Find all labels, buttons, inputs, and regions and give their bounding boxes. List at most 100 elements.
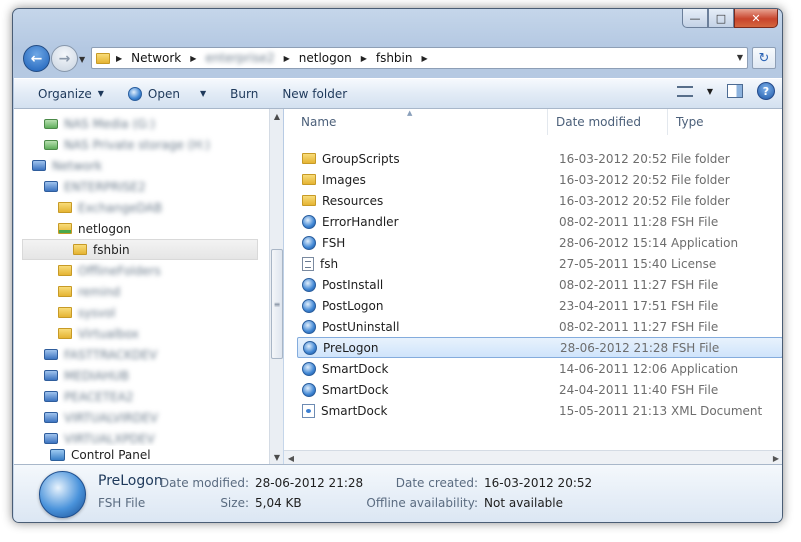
sidebar-item-label: FASTTRACKDEV xyxy=(64,347,158,362)
folder-icon xyxy=(302,174,316,185)
file-row[interactable]: SmartDock 15-05-2011 21:13 XML Document xyxy=(297,400,782,421)
sidebar-item[interactable]: fshbin xyxy=(22,239,258,260)
file-type: File folder xyxy=(671,172,730,187)
maximize-button[interactable]: □ xyxy=(708,9,734,28)
address-bar[interactable]: ▶ Network ▶ enterprise2 ▶ netlogon ▶ fsh… xyxy=(91,47,748,69)
nav-bottom: Control Panel xyxy=(14,446,270,464)
sidebar-item[interactable]: MEDIAHUB xyxy=(44,365,129,386)
file-row[interactable]: PreLogon 28-06-2012 21:28 FSH File xyxy=(297,337,782,358)
file-row[interactable]: FSH 28-06-2012 15:14 Application xyxy=(297,232,782,253)
open-button[interactable]: Open ▼ xyxy=(116,82,218,106)
file-date: 27-05-2011 15:40 xyxy=(559,256,668,271)
refresh-button[interactable]: ↻ xyxy=(752,47,776,69)
file-type: FSH File xyxy=(671,319,719,334)
file-type: XML Document xyxy=(671,403,763,418)
column-header-date[interactable]: Date modified xyxy=(548,109,668,135)
scroll-up-icon[interactable]: ▲ xyxy=(270,109,284,123)
file-date: 28-06-2012 21:28 xyxy=(560,340,669,355)
fsh-file-icon xyxy=(302,361,316,376)
drive-icon xyxy=(44,139,58,150)
sidebar-item[interactable]: FASTTRACKDEV xyxy=(44,344,157,365)
sidebar-item[interactable]: ENTERPRISE2 xyxy=(44,176,146,197)
computer-icon xyxy=(44,412,58,423)
file-row[interactable]: PostLogon 23-04-2011 17:51 FSH File xyxy=(297,295,782,316)
horizontal-scrollbar[interactable]: ◀ ▶ xyxy=(284,450,782,465)
computer-icon xyxy=(44,349,58,360)
file-name-cell: SmartDock xyxy=(297,361,548,376)
nav-scrollbar[interactable]: ▲ ≡ ▼ xyxy=(269,109,283,464)
column-header-name[interactable]: Name ▲ xyxy=(284,109,548,135)
sidebar-item[interactable]: VIRTUALVIRDEV xyxy=(44,407,158,428)
file-row[interactable]: fsh 27-05-2011 15:40 License xyxy=(297,253,782,274)
organize-button[interactable]: Organize ▼ xyxy=(14,82,116,106)
new-folder-button[interactable]: New folder xyxy=(270,82,359,106)
sidebar-item[interactable]: NAS Media (G:) xyxy=(44,113,155,134)
breadcrumb-server[interactable]: enterprise2 xyxy=(202,51,277,65)
file-name: fsh xyxy=(320,256,339,271)
fsh-file-icon xyxy=(302,298,316,313)
view-options-icon[interactable] xyxy=(676,85,693,97)
new-folder-label: New folder xyxy=(282,86,348,101)
file-name: ErrorHandler xyxy=(322,214,399,229)
file-type: FSH File xyxy=(671,382,719,397)
scroll-down-icon[interactable]: ▼ xyxy=(270,450,284,464)
fsh-file-icon xyxy=(302,382,316,397)
file-name-cell: SmartDock xyxy=(297,403,548,418)
chevron-down-icon[interactable]: ▼ xyxy=(200,89,206,98)
sidebar-item[interactable]: netlogon xyxy=(58,218,131,239)
sidebar-item[interactable]: ExchangeDAB xyxy=(58,197,162,218)
file-row[interactable]: SmartDock 14-06-2011 12:06 Application xyxy=(297,358,782,379)
file-date: 16-03-2012 20:52 xyxy=(559,172,668,187)
file-row[interactable]: SmartDock 24-04-2011 11:40 FSH File xyxy=(297,379,782,400)
view-dropdown-icon[interactable]: ▼ xyxy=(707,87,713,96)
file-date: 16-03-2012 20:52 xyxy=(559,151,668,166)
type-header-label: Type xyxy=(676,115,704,129)
file-name-cell: PostUninstall xyxy=(297,319,548,334)
breadcrumb-network[interactable]: Network xyxy=(128,51,184,65)
file-name: Images xyxy=(322,172,366,187)
sidebar-item[interactable]: Virtualbox xyxy=(58,323,139,344)
column-header-type[interactable]: Type xyxy=(668,109,782,135)
scroll-left-icon[interactable]: ◀ xyxy=(284,451,298,465)
chevron-right-icon[interactable]: ▶ xyxy=(278,54,296,63)
scroll-right-icon[interactable]: ▶ xyxy=(769,451,782,465)
file-row[interactable]: PostInstall 08-02-2011 11:27 FSH File xyxy=(297,274,782,295)
sidebar-item-control-panel[interactable]: Control Panel xyxy=(50,444,151,465)
chevron-right-icon[interactable]: ▶ xyxy=(184,54,202,63)
refresh-icon: ↻ xyxy=(758,50,770,66)
file-date: 08-02-2011 11:28 xyxy=(559,214,668,229)
help-icon[interactable]: ? xyxy=(757,82,775,100)
file-date: 23-04-2011 17:51 xyxy=(559,298,668,313)
file-row[interactable]: PostUninstall 08-02-2011 11:27 FSH File xyxy=(297,316,782,337)
file-date: 28-06-2012 15:14 xyxy=(559,235,668,250)
address-dropdown-icon[interactable]: ▼ xyxy=(737,53,743,62)
breadcrumb-fshbin[interactable]: fshbin xyxy=(373,51,416,65)
recent-pages-dropdown[interactable]: ▼ xyxy=(79,55,85,64)
sidebar-item-label: fshbin xyxy=(93,242,130,257)
computer-icon xyxy=(44,433,58,444)
chevron-right-icon[interactable]: ▶ xyxy=(110,54,128,63)
minimize-button[interactable]: — xyxy=(682,9,708,28)
burn-button[interactable]: Burn xyxy=(218,82,270,106)
forward-button[interactable]: → xyxy=(51,45,78,72)
file-row[interactable]: GroupScripts 16-03-2012 20:52 File folder xyxy=(297,148,782,169)
file-row[interactable]: Resources 16-03-2012 20:52 File folder xyxy=(297,190,782,211)
sidebar-item[interactable]: OfflineFolders xyxy=(58,260,161,281)
sidebar-item[interactable]: NAS Private storage (H:) xyxy=(44,134,210,155)
chevron-right-icon[interactable]: ▶ xyxy=(415,54,433,63)
file-row[interactable]: Images 16-03-2012 20:52 File folder xyxy=(297,169,782,190)
preview-pane-icon[interactable] xyxy=(727,84,743,98)
file-date: 24-04-2011 11:40 xyxy=(559,382,668,397)
folder-icon xyxy=(58,265,72,276)
sidebar-item[interactable]: remind xyxy=(58,281,120,302)
back-button[interactable]: ← xyxy=(23,45,50,72)
chevron-right-icon[interactable]: ▶ xyxy=(355,54,373,63)
folder-icon xyxy=(58,286,72,297)
sidebar-item[interactable]: sysvol xyxy=(58,302,115,323)
breadcrumb-netlogon[interactable]: netlogon xyxy=(296,51,355,65)
file-row[interactable]: ErrorHandler 08-02-2011 11:28 FSH File xyxy=(297,211,782,232)
sidebar-item[interactable]: Network xyxy=(32,155,102,176)
close-button[interactable]: ✕ xyxy=(734,9,778,28)
sidebar-item[interactable]: PEACETEA2 xyxy=(44,386,134,407)
scroll-thumb[interactable]: ≡ xyxy=(271,249,283,359)
